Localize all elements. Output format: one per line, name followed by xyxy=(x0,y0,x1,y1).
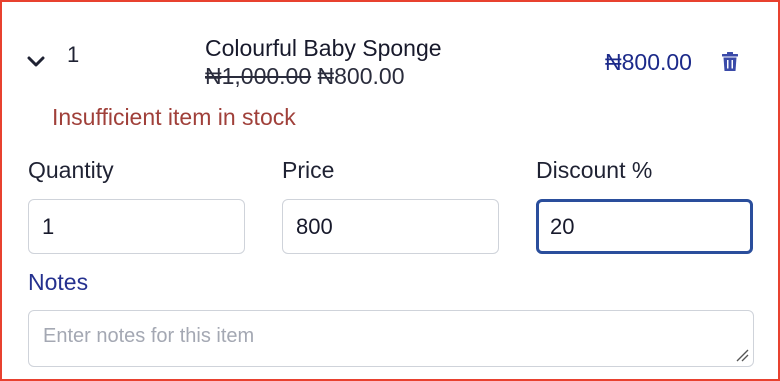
price-line: ₦1,000.00 ₦800.00 xyxy=(205,63,405,90)
line-total: ₦800.00 xyxy=(605,49,692,75)
quantity-input[interactable]: 1 xyxy=(28,199,245,254)
notes-label: Notes xyxy=(28,269,89,295)
discount-input[interactable]: 20 xyxy=(536,199,753,254)
original-price: ₦1,000.00 xyxy=(205,63,312,89)
notes-placeholder: Enter notes for this item xyxy=(43,325,255,347)
resize-grip-icon[interactable] xyxy=(735,348,749,362)
price-input[interactable]: 800 xyxy=(282,199,499,254)
discount-label: Discount % xyxy=(536,157,653,183)
item-index: 1 xyxy=(67,42,80,67)
discounted-price: ₦800.00 xyxy=(317,63,405,89)
trash-icon[interactable] xyxy=(720,51,740,73)
quantity-label: Quantity xyxy=(28,157,114,183)
chevron-down-icon[interactable] xyxy=(24,52,48,72)
stock-error-message: Insufficient item in stock xyxy=(52,104,296,130)
cart-item-card: 1 Colourful Baby Sponge ₦1,000.00 ₦800.0… xyxy=(0,0,780,381)
product-name: Colourful Baby Sponge xyxy=(205,35,442,61)
price-label: Price xyxy=(282,157,335,183)
notes-textarea[interactable]: Enter notes for this item xyxy=(28,310,754,367)
